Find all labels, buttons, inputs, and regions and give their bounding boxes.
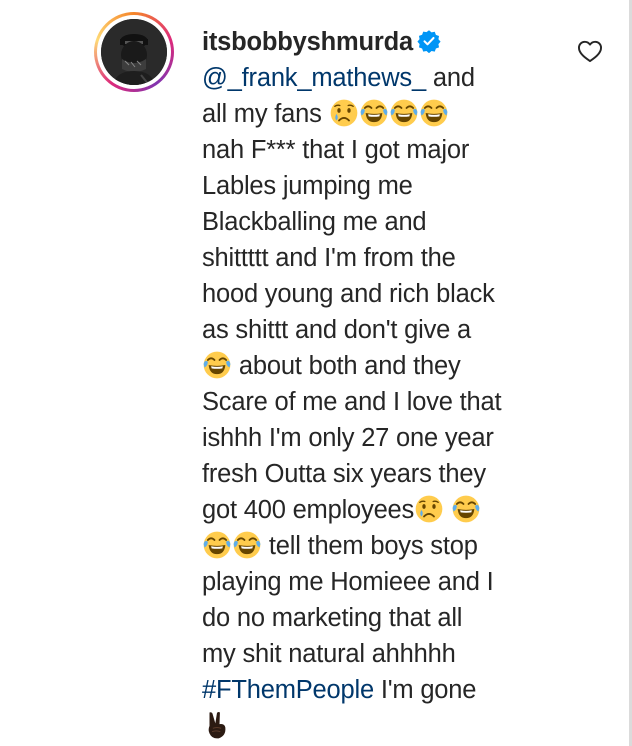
comment-text: and xyxy=(425,64,475,92)
comment-text: tell them boys stop xyxy=(262,532,478,560)
comment-text: got 400 employees xyxy=(202,496,415,524)
tears-of-joy-emoji xyxy=(202,530,232,560)
comment-line-15: tell them boys stop xyxy=(202,528,554,564)
avatar-ring-gap xyxy=(97,15,171,89)
avatar-image xyxy=(101,19,167,85)
comment-line-7: shittttt and I'm from the xyxy=(202,244,456,272)
hashtag-link[interactable]: #FThemPeople xyxy=(202,676,374,704)
tears-of-joy-emoji xyxy=(419,98,449,128)
crying-face-emoji xyxy=(414,494,444,524)
comment-line-2: @_frank_mathews_ and xyxy=(202,60,554,96)
comment-text: about both and they xyxy=(232,352,461,380)
comment-line-9: as shittt and don't give a xyxy=(202,316,472,344)
avatar-story-ring[interactable] xyxy=(94,12,174,92)
comment-line-14: got 400 employees xyxy=(202,492,554,528)
comment-line-16: playing me Homieee and I xyxy=(202,568,494,596)
comment-body: itsbobbyshmurda @_frank_mathews_ and all… xyxy=(202,24,554,744)
comment-line-8: hood young and rich black xyxy=(202,280,495,308)
heart-outline-icon[interactable] xyxy=(577,38,603,64)
victory-hand-emoji xyxy=(208,711,226,739)
comment-line-19: #FThemPeople I'm gone xyxy=(202,672,554,708)
comment-line-1: itsbobbyshmurda xyxy=(202,24,554,60)
verified-badge-icon xyxy=(417,30,441,53)
comment-line-11: Scare of me and I love that xyxy=(202,388,502,416)
comment-line-6: Blackballing me and xyxy=(202,208,427,236)
crying-face-emoji xyxy=(329,98,359,128)
comment-text: all my fans xyxy=(202,100,322,128)
mention-link[interactable]: @_frank_mathews_ xyxy=(202,64,426,92)
tears-of-joy-emoji xyxy=(232,530,262,560)
tears-of-joy-emoji xyxy=(389,98,419,128)
comment-line-10: about both and they xyxy=(202,348,554,384)
comment-username[interactable]: itsbobbyshmurda xyxy=(202,28,413,56)
comment-line-3: all my fans xyxy=(202,96,554,132)
comment-line-4: nah F*** that I got major xyxy=(202,136,470,164)
tears-of-joy-emoji xyxy=(359,98,389,128)
comment-line-18: my shit natural ahhhhh xyxy=(202,640,456,668)
tears-of-joy-emoji xyxy=(451,494,481,524)
comment-line-5: Lables jumping me xyxy=(202,172,413,200)
comment-line-13: fresh Outta six years they xyxy=(202,460,486,488)
comment-line-20 xyxy=(202,708,554,744)
avatar[interactable] xyxy=(101,19,167,85)
tears-of-joy-emoji xyxy=(202,350,232,380)
comment-text: I'm gone xyxy=(373,676,477,704)
comment-line-17: do no marketing that all xyxy=(202,604,463,632)
comment-line-12: ishhh I'm only 27 one year xyxy=(202,424,494,452)
